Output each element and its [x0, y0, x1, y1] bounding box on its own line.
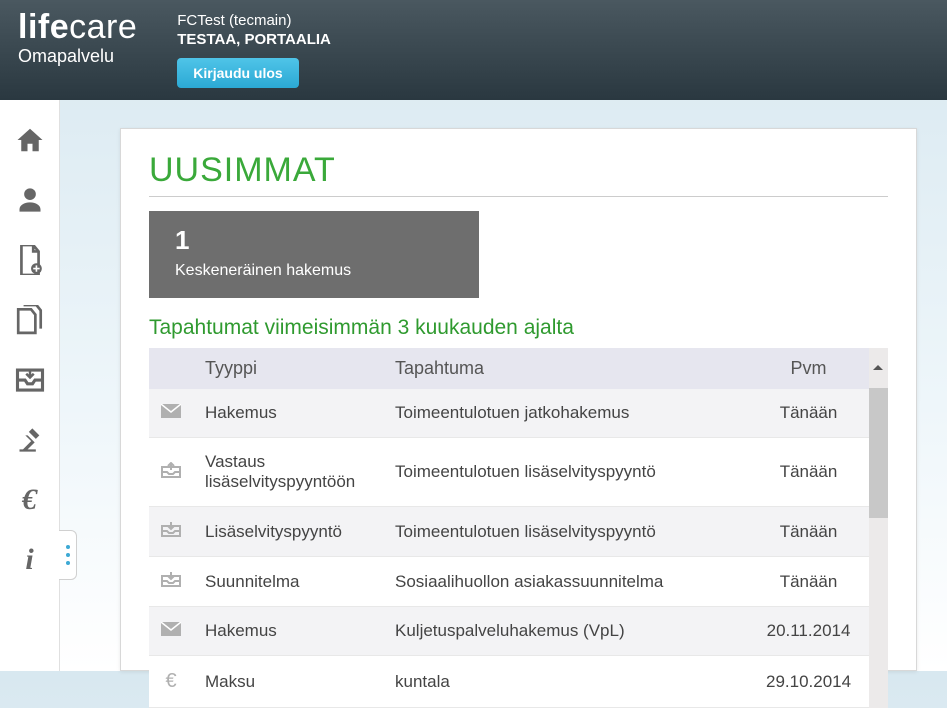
person-icon: [16, 186, 44, 214]
pending-count: 1: [175, 225, 453, 256]
row-event: kuntala: [383, 656, 749, 708]
gavel-icon: [15, 426, 45, 454]
brand-logo: lifecare Omapalvelu: [18, 10, 137, 67]
row-type: Vastaus lisäselvityspyyntöön: [193, 438, 383, 507]
row-type: Hakemus: [193, 607, 383, 656]
pending-summary[interactable]: 1 Keskeneräinen hakemus: [149, 211, 479, 298]
chevron-up-icon: [873, 363, 883, 373]
content-card: UUSIMMAT 1 Keskeneräinen hakemus Tapahtu…: [120, 128, 917, 671]
nav-person[interactable]: [6, 176, 54, 224]
nav-inbox[interactable]: [6, 356, 54, 404]
user-context: FCTest (tecmain): [177, 12, 331, 29]
logout-button[interactable]: Kirjaudu ulos: [177, 58, 298, 88]
table-row[interactable]: HakemusKuljetuspalveluhakemus (VpL)20.11…: [149, 607, 869, 656]
events-table: Tyyppi Tapahtuma Pvm HakemusToimeentulot…: [149, 348, 869, 708]
row-date: Tänään: [749, 389, 869, 438]
nav-documents[interactable]: [6, 296, 54, 344]
info-icon: i: [25, 543, 33, 577]
row-date: Tänään: [749, 438, 869, 507]
page-title: UUSIMMAT: [149, 151, 888, 197]
row-type: Hakemus: [193, 389, 383, 438]
nav-gavel[interactable]: [6, 416, 54, 464]
envelope-icon: [149, 607, 193, 656]
col-date-header[interactable]: Pvm: [749, 348, 869, 389]
row-date: Tänään: [749, 507, 869, 557]
row-event: Kuljetuspalveluhakemus (VpL): [383, 607, 749, 656]
col-icon-header: [149, 348, 193, 389]
row-date: 20.11.2014: [749, 607, 869, 656]
euro-icon: €: [149, 656, 193, 708]
row-type: Lisäselvityspyyntö: [193, 507, 383, 557]
nav-new-document[interactable]: [6, 236, 54, 284]
row-type: Maksu: [193, 656, 383, 708]
row-date: 29.10.2014: [749, 656, 869, 708]
row-event: Toimeentulotuen lisäselvityspyyntö: [383, 507, 749, 557]
scroll-thumb[interactable]: [869, 388, 888, 518]
brand-sub: Omapalvelu: [18, 46, 137, 67]
col-type-header[interactable]: Tyyppi: [193, 348, 383, 389]
main-area: UUSIMMAT 1 Keskeneräinen hakemus Tapahtu…: [60, 100, 947, 671]
section-title: Tapahtumat viimeisimmän 3 kuukauden ajal…: [149, 316, 888, 340]
table-row[interactable]: SuunnitelmaSosiaalihuollon asiakassuunni…: [149, 557, 869, 607]
euro-icon: €: [22, 483, 37, 517]
row-type: Suunnitelma: [193, 557, 383, 607]
row-event: Sosiaalihuollon asiakassuunnitelma: [383, 557, 749, 607]
table-row[interactable]: €Maksukuntala29.10.2014: [149, 656, 869, 708]
nav-euro[interactable]: €: [6, 476, 54, 524]
new-document-icon: [17, 245, 43, 275]
row-date: Tänään: [749, 557, 869, 607]
sidebar: € i: [0, 100, 60, 671]
pending-label: Keskeneräinen hakemus: [175, 262, 453, 280]
col-event-header[interactable]: Tapahtuma: [383, 348, 749, 389]
scroll-up-arrow[interactable]: [869, 348, 888, 388]
brand-main: lifecare: [18, 10, 137, 44]
outbox-icon: [149, 438, 193, 507]
sidebar-expand-handle[interactable]: [59, 530, 77, 580]
row-event: Toimeentulotuen lisäselvityspyyntö: [383, 438, 749, 507]
app-header: lifecare Omapalvelu FCTest (tecmain) TES…: [0, 0, 947, 100]
nav-home[interactable]: [6, 116, 54, 164]
user-block: FCTest (tecmain) TESTAA, PORTAALIA Kirja…: [177, 10, 331, 88]
scroll-track[interactable]: [869, 518, 888, 708]
table-row[interactable]: Vastaus lisäselvityspyyntöönToimeentulot…: [149, 438, 869, 507]
home-icon: [15, 125, 45, 155]
inbox-icon: [149, 557, 193, 607]
documents-icon: [16, 305, 44, 335]
inbox-icon: [15, 367, 45, 393]
user-name: TESTAA, PORTAALIA: [177, 31, 331, 48]
nav-info[interactable]: i: [6, 536, 54, 584]
table-row[interactable]: HakemusToimeentulotuen jatkohakemusTänää…: [149, 389, 869, 438]
envelope-icon: [149, 389, 193, 438]
table-scrollbar[interactable]: [869, 348, 888, 708]
row-event: Toimeentulotuen jatkohakemus: [383, 389, 749, 438]
inbox-icon: [149, 507, 193, 557]
table-row[interactable]: LisäselvityspyyntöToimeentulotuen lisäse…: [149, 507, 869, 557]
